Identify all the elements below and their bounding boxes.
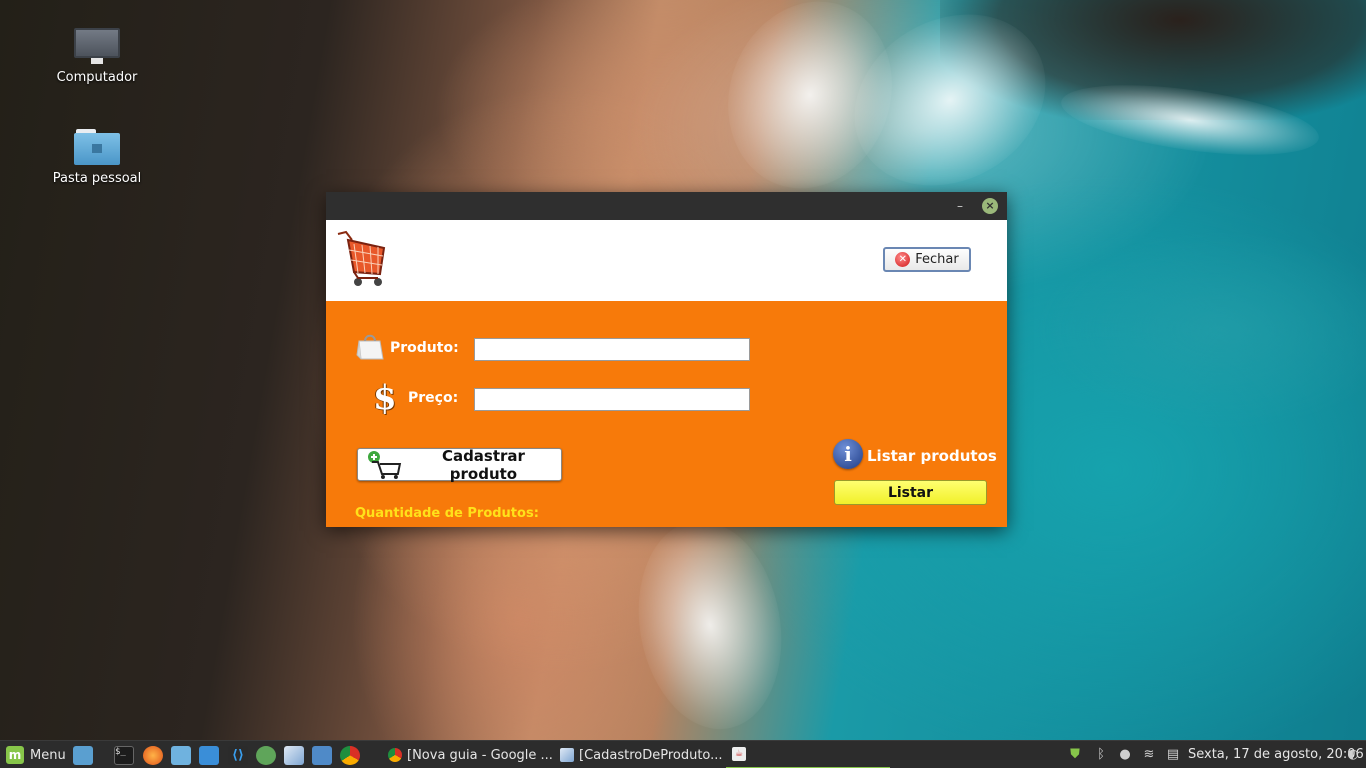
produto-label: Produto: — [390, 340, 459, 356]
vscode-icon[interactable]: ⟨⟩ — [228, 746, 248, 765]
mint-logo-icon: m — [6, 746, 24, 764]
firefox-icon[interactable] — [143, 746, 163, 765]
preco-label: Preço: — [408, 390, 459, 406]
desktop-icon-label: Pasta pessoal — [52, 171, 142, 186]
files-icon[interactable] — [171, 746, 191, 765]
add-to-cart-icon — [367, 450, 402, 479]
task-chrome[interactable]: [Nova guia - Google ... — [382, 741, 554, 768]
window-titlebar[interactable]: – × — [326, 192, 1007, 220]
close-circle-icon: ✕ — [895, 252, 911, 267]
desktop-icon-computador[interactable]: Computador — [52, 28, 142, 85]
clock[interactable]: Sexta, 17 de agosto, 20:06 — [1188, 741, 1364, 768]
task-cadastro[interactable]: [CadastroDeProduto... — [554, 741, 726, 768]
listar-produtos-label: Listar produtos — [867, 447, 997, 465]
java-icon: ☕ — [732, 747, 746, 761]
notifications-icon[interactable]: ◐ — [1345, 747, 1361, 763]
text-editor-icon[interactable] — [199, 746, 219, 765]
cadastrar-produto-button[interactable]: Cadastrar produto — [357, 446, 562, 483]
form-panel: Produto: $ Preço: Cadastrar produto i Li… — [326, 301, 1007, 527]
chrome-icon[interactable] — [340, 746, 360, 765]
shield-icon[interactable]: ⛊ — [1067, 747, 1083, 763]
dollar-icon: $ — [373, 378, 397, 418]
user-icon[interactable]: ● — [1117, 747, 1133, 763]
desktop-icon-label: Computador — [56, 70, 138, 85]
package-icon[interactable] — [284, 746, 304, 765]
menu-button[interactable]: m Menu — [6, 741, 66, 768]
produto-input[interactable] — [474, 338, 750, 361]
atom-icon[interactable] — [256, 746, 276, 765]
shopping-cart-logo-icon — [337, 230, 386, 286]
bluetooth-icon[interactable]: ᛒ — [1093, 747, 1109, 763]
fechar-button[interactable]: ✕ Fechar — [883, 247, 971, 272]
preco-input[interactable] — [474, 388, 750, 411]
info-icon: i — [833, 439, 863, 469]
taskbar: m Menu $_ ⟨⟩ [Nova guia - Google ... [Ca… — [0, 740, 1366, 768]
task-java-app[interactable]: ☕ — [726, 741, 890, 768]
listar-button[interactable]: Listar — [834, 480, 987, 505]
cadastrar-produto-label: Cadastrar produto — [441, 446, 525, 483]
task-label: [Nova guia - Google ... — [407, 747, 553, 763]
fechar-button-label: Fechar — [915, 252, 959, 267]
cadastro-produto-window: – × ✕ Fechar Produto: $ Preço: Cadastrar… — [326, 192, 1007, 527]
chrome-icon — [388, 748, 402, 762]
window-header: ✕ Fechar — [326, 220, 1007, 301]
clipboard-icon[interactable]: ▤ — [1165, 747, 1181, 763]
show-desktop-icon[interactable] — [73, 746, 93, 765]
minimize-button[interactable]: – — [952, 198, 968, 214]
wifi-icon[interactable]: ≋ — [1141, 747, 1157, 763]
terminal-icon[interactable]: $_ — [114, 746, 134, 765]
screenshot-icon[interactable] — [312, 746, 332, 765]
computer-icon — [74, 28, 120, 64]
close-window-button[interactable]: × — [982, 198, 998, 214]
desktop-icon-pasta-pessoal[interactable]: Pasta pessoal — [52, 129, 142, 186]
menu-label: Menu — [30, 747, 66, 763]
home-folder-icon — [74, 129, 120, 165]
task-label: [CadastroDeProduto... — [579, 747, 723, 763]
wallpaper-surf — [622, 509, 798, 741]
package-icon — [560, 748, 574, 762]
shopping-bag-icon — [356, 334, 384, 360]
quantidade-produtos-label: Quantidade de Produtos: — [355, 506, 539, 521]
